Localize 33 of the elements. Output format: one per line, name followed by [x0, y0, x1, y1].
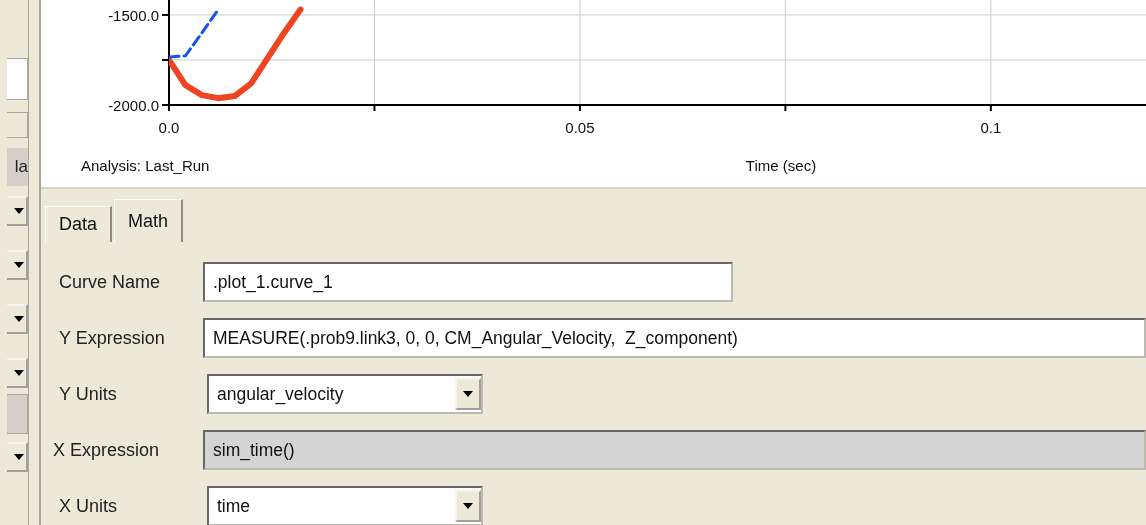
tab[interactable]: Math: [114, 199, 184, 242]
x-tick-label: 0.05: [565, 119, 595, 136]
dropdown-arrow-icon: [14, 454, 24, 460]
text-field[interactable]: .plot_1.curve_1: [203, 262, 733, 302]
dropdown-arrow-icon: [14, 208, 24, 214]
x-axis-title: Time (sec): [745, 157, 817, 174]
field-label: Curve Name: [58, 271, 162, 293]
analysis-label: Analysis: Last_Run: [81, 157, 210, 174]
text-field[interactable]: MEASURE(.prob9.link3, 0, 0, CM_Angular_Velocity, Z_component): [203, 318, 1146, 358]
field[interactable]: [7, 58, 28, 100]
field-label: X Units: [58, 495, 119, 517]
dropdown[interactable]: [7, 250, 28, 280]
field-label: X Expression: [52, 439, 161, 461]
dropdown[interactable]: angular_velocity: [207, 374, 483, 414]
x-tick-label: 0.0: [158, 119, 180, 136]
dropdown[interactable]: [7, 442, 28, 472]
dropdown-arrow-icon: [14, 262, 24, 268]
dropdown-arrow-icon: [463, 391, 473, 397]
dropdown[interactable]: [7, 196, 28, 226]
dashed-curve: [169, 8, 220, 59]
cut-label: la: [7, 148, 28, 186]
dropdown-arrow-icon: [14, 370, 24, 376]
y-tick-label: -1500.0: [108, 6, 159, 24]
y-tick-label: -2000.0: [108, 97, 159, 114]
dropdown[interactable]: [7, 304, 28, 334]
dropdown-arrow-icon: [14, 316, 24, 322]
dropdown-arrow-icon: [463, 503, 473, 509]
dropdown[interactable]: [7, 358, 28, 388]
field-label: Y Units: [58, 383, 118, 405]
tab[interactable]: Data: [45, 206, 113, 242]
x-tick-label: 0.1: [980, 119, 1002, 136]
field-label: Y Expression: [58, 327, 166, 349]
dropdown[interactable]: time: [207, 486, 483, 525]
